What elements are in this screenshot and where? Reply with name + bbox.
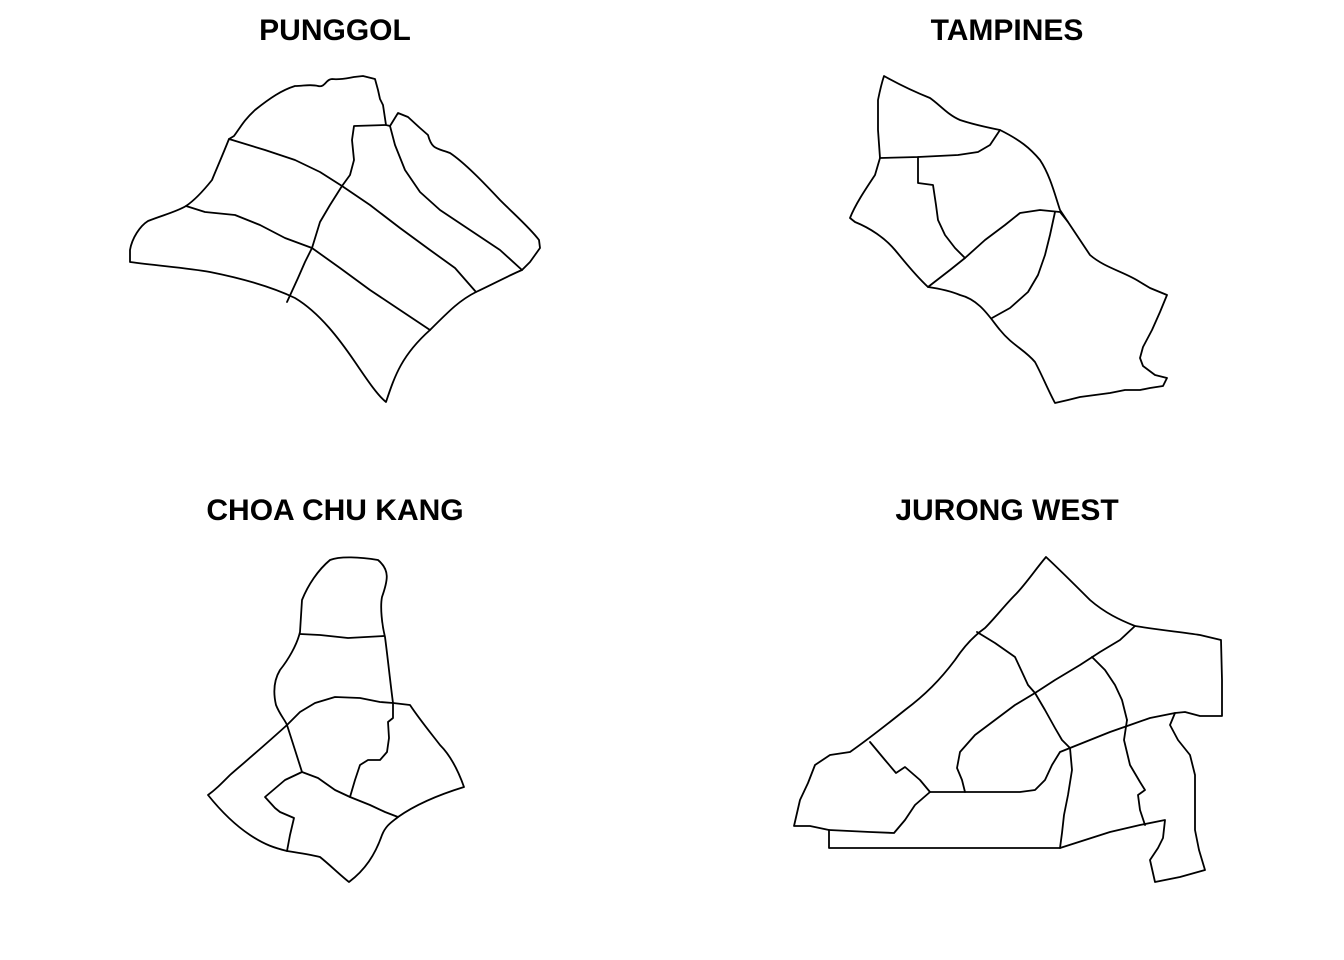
jurong-west-boundary [956,625,1136,793]
map-tampines [849,75,1168,404]
map-choa-chu-kang [207,556,465,883]
tampines-outline [849,75,1168,404]
jurong-west-boundary [1034,692,1071,749]
jurong-west-boundary [869,712,1176,793]
jurong-west-boundary [976,631,1036,694]
map-jurong-west [793,556,1223,883]
jurong-west-boundary [828,791,931,834]
choa-chu-kang-boundary [286,696,394,726]
tampines-boundary [917,156,966,259]
choa-chu-kang-boundary [286,724,399,818]
choa-chu-kang-boundary [299,633,385,639]
jurong-west-boundary [1059,747,1073,849]
tampines-boundary [879,129,1001,159]
punggol-boundary [185,205,431,331]
punggol-boundary [389,125,523,271]
map-canvas [129,75,1223,883]
choa-chu-kang-outline [207,556,465,883]
punggol-outline [129,75,541,403]
punggol-boundary [228,138,477,293]
jurong-west-boundary [1091,656,1128,721]
choa-chu-kang-boundary [264,771,303,852]
jurong-west-outline [793,556,1223,883]
map-punggol [129,75,541,403]
punggol-boundary [286,124,387,303]
choa-chu-kang-boundary [349,702,394,798]
jurong-west-boundary [1123,719,1146,826]
